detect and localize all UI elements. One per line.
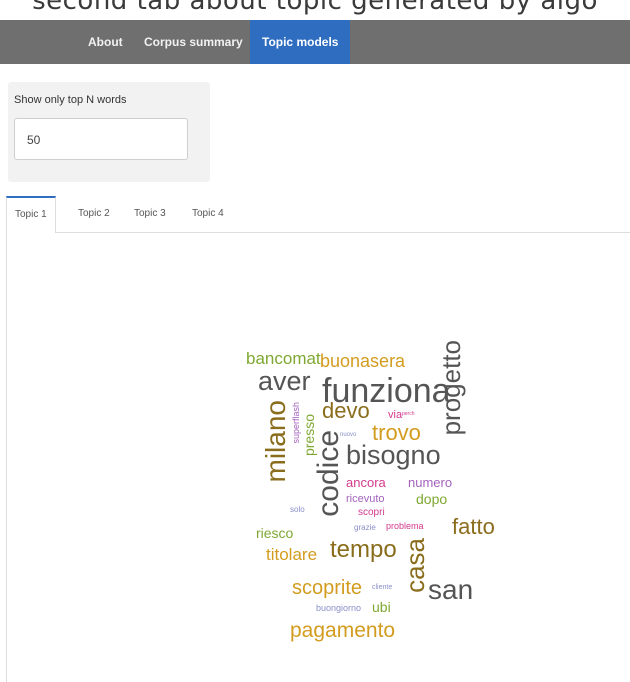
word-codice: codice xyxy=(312,430,345,517)
nav-topic-models[interactable]: Topic models xyxy=(250,20,351,64)
word-solo: solo xyxy=(290,505,305,514)
tab-topic-3[interactable]: Topic 3 xyxy=(126,196,174,232)
word-buonasera: buonasera xyxy=(320,351,406,371)
word-scoprite: scoprite xyxy=(292,577,363,599)
word-san: san xyxy=(428,574,474,605)
top-n-label: Show only top N words xyxy=(14,94,127,106)
word-progetto: progetto xyxy=(436,340,466,436)
word-titolare: titolare xyxy=(266,545,318,564)
word-ancora: ancora xyxy=(346,475,386,490)
word-buongiorno: buongiorno xyxy=(316,603,362,613)
word-problema: problema xyxy=(386,521,424,531)
word-cloud: bancomat buonasera aver funziona progett… xyxy=(226,330,526,650)
word-numero: numero xyxy=(408,475,453,490)
top-n-input[interactable]: 50 xyxy=(14,118,188,160)
word-fatto: fatto xyxy=(452,514,495,539)
word-perch: perch xyxy=(402,411,415,417)
word-pagamento: pagamento xyxy=(290,619,396,642)
tab-topic-1[interactable]: Topic 1 xyxy=(6,196,56,233)
tab-topic-2[interactable]: Topic 2 xyxy=(70,196,118,232)
nav-corpus-summary[interactable]: Corpus summary xyxy=(132,20,255,64)
word-superflash: superflash xyxy=(291,402,301,444)
word-ubi: ubi xyxy=(372,599,391,615)
page-caption: second tab about topic generated by algo xyxy=(32,0,598,16)
top-navbar: About Corpus summary Topic models xyxy=(0,20,630,64)
tab-topic-4[interactable]: Topic 4 xyxy=(184,196,232,232)
word-cliente: cliente xyxy=(372,584,393,591)
word-scopri: scopri xyxy=(358,507,385,518)
settings-panel: Show only top N words 50 xyxy=(8,82,210,182)
nav-about[interactable]: About xyxy=(76,20,135,64)
panel-border xyxy=(6,232,7,682)
word-ricevuto: ricevuto xyxy=(346,493,385,505)
word-tempo: tempo xyxy=(330,536,397,563)
word-devo: devo xyxy=(322,398,370,423)
word-grazie: grazie xyxy=(354,523,376,532)
word-aver: aver xyxy=(258,366,311,396)
word-bisogno: bisogno xyxy=(346,440,441,470)
word-casa: casa xyxy=(400,538,430,593)
word-riesco: riesco xyxy=(256,525,294,541)
word-milano: milano xyxy=(260,400,291,483)
word-bancomat: bancomat xyxy=(246,349,321,368)
topic-tabs: Topic 1 Topic 2 Topic 3 Topic 4 xyxy=(6,196,630,233)
word-dopo: dopo xyxy=(416,491,448,507)
